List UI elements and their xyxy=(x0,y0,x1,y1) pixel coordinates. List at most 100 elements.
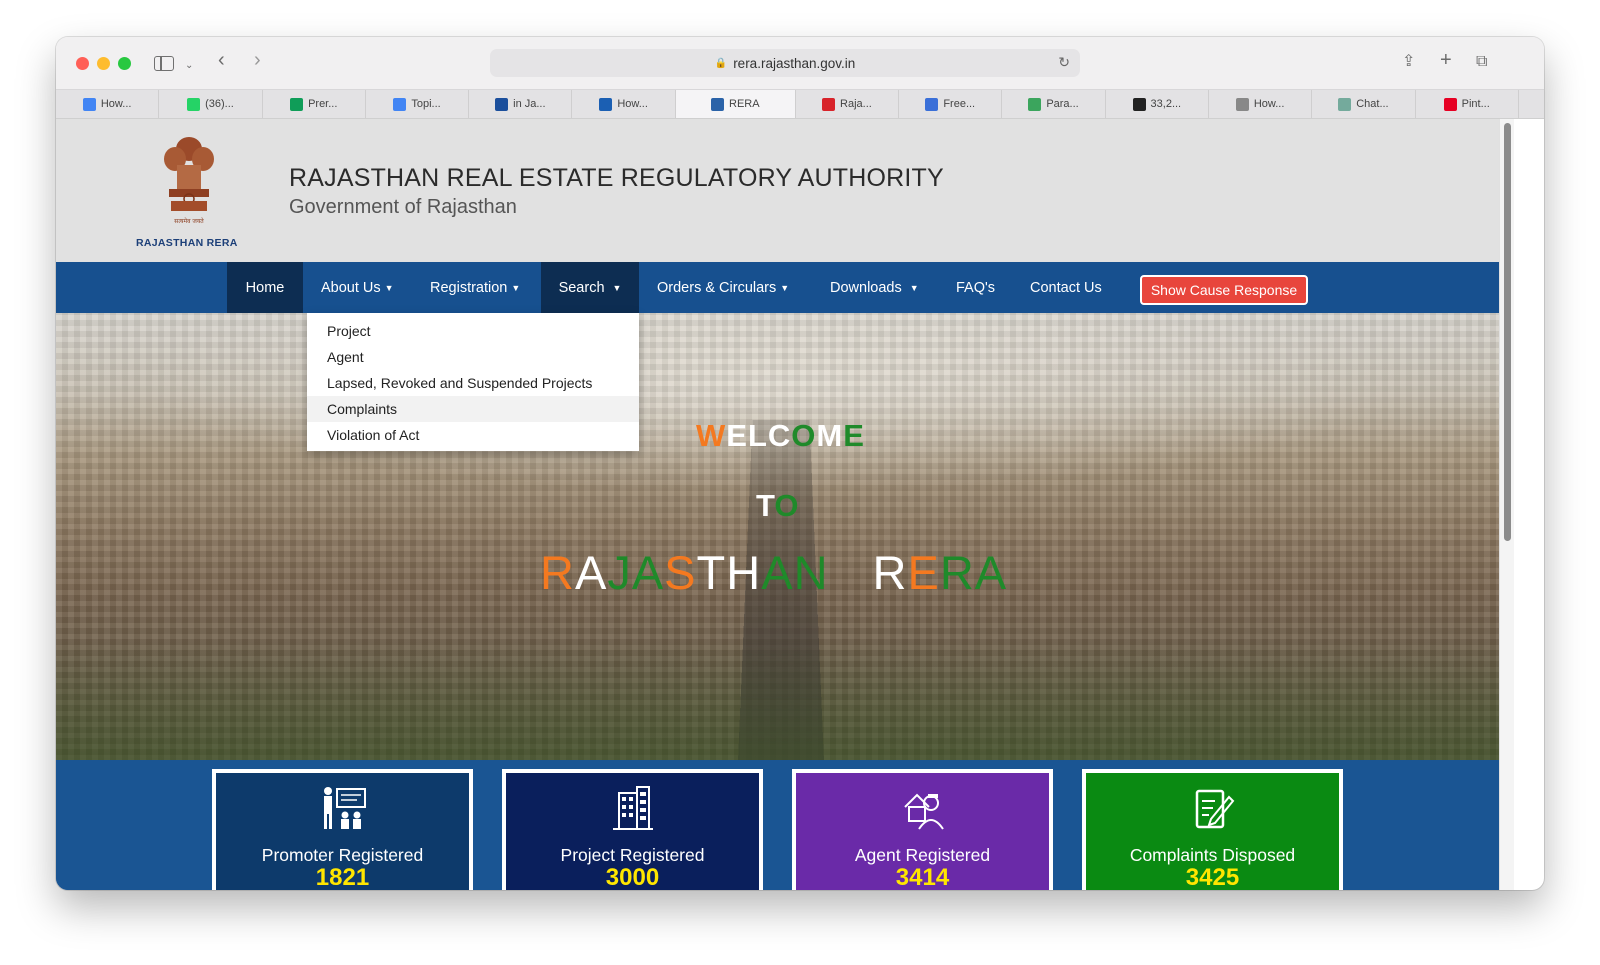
stat-count: 3414 xyxy=(895,864,950,890)
stat-label: Complaints Disposed xyxy=(1129,845,1296,865)
hero-letter: R xyxy=(872,546,908,599)
browser-tab-label: Topi... xyxy=(411,98,441,110)
nav-registration-label: Registration xyxy=(430,279,508,296)
browser-tab[interactable]: How... xyxy=(1209,90,1313,118)
nav-faqs[interactable]: FAQ's xyxy=(946,262,1005,313)
stat-card[interactable]: Project Registered 3000 xyxy=(502,769,763,890)
browser-tab-label: RERA xyxy=(729,98,760,110)
browser-tab[interactable]: in Ja... xyxy=(469,90,573,118)
forward-icon[interactable]: › xyxy=(254,50,261,70)
stat-label: Agent Registered xyxy=(854,845,991,865)
svg-text:सत्यमेव जयते: सत्यमेव जयते xyxy=(174,217,204,225)
hero-letter: L xyxy=(747,418,768,453)
chevron-down-icon[interactable]: ⌄ xyxy=(185,56,193,76)
window-controls xyxy=(76,57,131,70)
browser-tab[interactable]: Pint... xyxy=(1416,90,1519,118)
hero-welcome-text: WELCOME xyxy=(696,418,865,454)
url-text: rera.rajasthan.gov.in xyxy=(733,55,856,71)
browser-tab[interactable]: Chat... xyxy=(1312,90,1416,118)
browser-tab-label: 33,2... xyxy=(1150,98,1182,110)
tab-overview-icon[interactable]: ⧉ xyxy=(1476,52,1487,72)
stat-label: Promoter Registered xyxy=(261,845,424,865)
hero-letter: A xyxy=(974,546,1008,599)
browser-tab[interactable]: Para... xyxy=(1002,90,1106,118)
browser-titlebar: ⌄ ‹ › 🔒 rera.rajasthan.gov.in ↻ ⇪ + ⧉ xyxy=(56,37,1544,89)
back-icon[interactable]: ‹ xyxy=(218,50,225,70)
sheets-icon xyxy=(290,97,304,111)
docs-icon xyxy=(393,97,407,111)
browser-tab[interactable]: How... xyxy=(572,90,676,118)
hero-letter: T xyxy=(756,488,775,523)
chatgpt-icon xyxy=(1338,97,1352,111)
stat-count: 3000 xyxy=(605,864,660,890)
hero-letter: O xyxy=(791,418,817,453)
minimize-window-button[interactable] xyxy=(97,57,110,70)
99acres-icon xyxy=(599,97,613,111)
sidebar-toggle-icon[interactable] xyxy=(154,56,174,71)
hero-banner: WELCOME TO RAJASTHAN RERA xyxy=(56,313,1499,760)
hero-letter: W xyxy=(696,418,727,453)
search-menu-item[interactable]: Project xyxy=(307,318,639,344)
stats-section: Promoter Registered 1821 Project Registere… xyxy=(56,760,1499,890)
browser-tab-label: How... xyxy=(100,98,132,110)
browser-tab-label: Free... xyxy=(943,98,976,110)
site-header: सत्यमेव जयते RAJASTHAN RERA RAJASTHAN RE… xyxy=(56,119,1499,262)
search-menu-item[interactable]: Violation of Act xyxy=(307,422,639,448)
browser-tab[interactable]: How... xyxy=(56,90,160,118)
zoom-window-button[interactable] xyxy=(118,57,131,70)
reload-icon[interactable]: ↻ xyxy=(1058,54,1070,71)
new-tab-icon[interactable]: + xyxy=(1440,50,1452,70)
trees-image xyxy=(56,640,1499,760)
browser-tab[interactable]: 33,2... xyxy=(1106,90,1209,118)
browser-tab-label: Pint... xyxy=(1461,98,1490,110)
agent-icon xyxy=(899,785,947,831)
emblem-caption: RAJASTHAN RERA xyxy=(136,237,238,249)
show-cause-response-button[interactable]: Show Cause Response xyxy=(1140,275,1308,305)
stat-card[interactable]: Promoter Registered 1821 xyxy=(212,769,473,890)
stat-card[interactable]: Complaints Disposed 3425 xyxy=(1082,769,1343,890)
search-menu-item[interactable]: Lapsed, Revoked and Suspended Projects xyxy=(307,370,639,396)
nav-search-label: Search xyxy=(558,279,605,296)
search-menu-item[interactable]: Complaints xyxy=(307,396,639,422)
search-dropdown-menu: Project Agent Lapsed, Revoked and Suspende… xyxy=(307,313,639,451)
nav-orders-circulars[interactable]: Orders & Circulars ▼ xyxy=(647,262,799,313)
scrollbar-thumb[interactable] xyxy=(1504,123,1511,541)
caret-down-icon: ▼ xyxy=(612,282,622,293)
stat-card[interactable]: Agent Registered 3414 xyxy=(792,769,1053,890)
nav-faqs-label: FAQ's xyxy=(956,279,996,296)
nav-contact-us[interactable]: Contact Us xyxy=(1020,262,1112,313)
caret-down-icon: ▼ xyxy=(384,282,394,293)
tab-bar: How... (36)... Prer... Topi... in Ja... How..… xyxy=(56,89,1544,119)
close-window-button[interactable] xyxy=(76,57,89,70)
nav-downloads[interactable]: Downloads ▼ xyxy=(820,262,929,313)
browser-tab[interactable]: Raja... xyxy=(796,90,900,118)
is-icon xyxy=(1132,97,1146,111)
hero-rajasthan-rera-text: RAJASTHAN RERA xyxy=(540,545,1007,600)
nav-search[interactable]: Search ▼ xyxy=(541,262,639,313)
browser-tab[interactable]: Topi... xyxy=(366,90,470,118)
lock-icon: 🔒 xyxy=(714,57,728,69)
caret-down-icon: ▼ xyxy=(909,282,919,293)
browser-tab[interactable]: Prer... xyxy=(263,90,366,118)
hero-letter: A xyxy=(761,546,794,599)
address-bar[interactable]: 🔒 rera.rajasthan.gov.in ↻ xyxy=(490,49,1080,77)
nav-registration[interactable]: Registration ▼ xyxy=(420,262,530,313)
browser-tab[interactable]: Free... xyxy=(899,90,1003,118)
share-icon[interactable]: ⇪ xyxy=(1402,52,1415,72)
stat-label: Project Registered xyxy=(560,845,705,865)
search-menu-item[interactable]: Agent xyxy=(307,344,639,370)
caret-down-icon: ▼ xyxy=(780,282,790,293)
browser-tab-label: in Ja... xyxy=(513,98,546,110)
page-scrollbar[interactable] xyxy=(1499,119,1514,890)
stat-count: 1821 xyxy=(315,864,370,890)
hero-letter: H xyxy=(726,546,762,599)
hero-letter: O xyxy=(774,488,799,523)
whatsapp-icon xyxy=(187,97,201,111)
nav-home[interactable]: Home xyxy=(227,262,303,313)
nav-orders-label: Orders & Circulars xyxy=(657,279,777,296)
browser-tab[interactable]: RERA xyxy=(675,90,796,118)
stat-count: 3425 xyxy=(1185,864,1240,890)
nav-about-us[interactable]: About Us ▼ xyxy=(311,262,404,313)
browser-tab-label: Prer... xyxy=(308,98,338,110)
browser-tab[interactable]: (36)... xyxy=(159,90,263,118)
